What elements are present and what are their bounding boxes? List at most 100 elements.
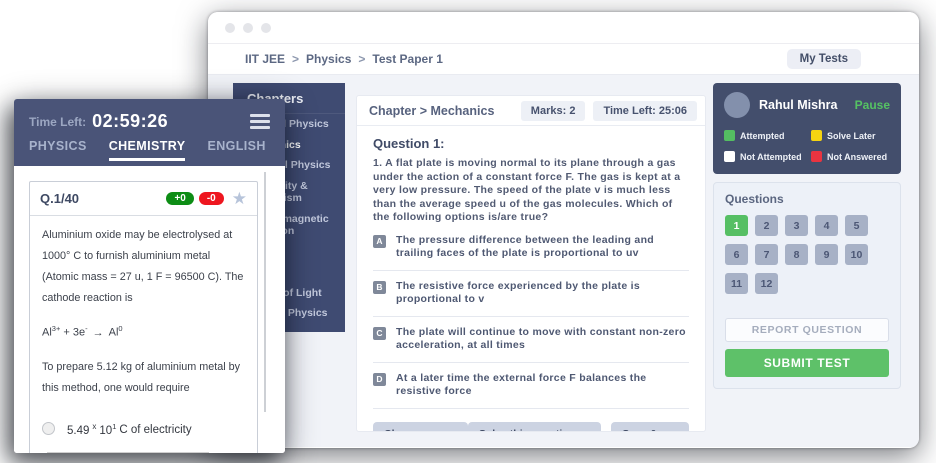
option-divider <box>373 316 689 317</box>
option-chip-d[interactable]: D <box>373 373 386 386</box>
user-panel: Rahul Mishra Pause Attempted Solve Later… <box>713 83 901 174</box>
legend-attempted: Attempted <box>724 130 807 141</box>
breadcrumb-separator: > <box>292 52 299 66</box>
desktop-window: IIT JEE > Physics > Test Paper 1 My Test… <box>208 12 919 448</box>
question-number-grid: 1 2 3 4 5 6 7 8 9 10 11 12 <box>725 215 889 294</box>
tab-chemistry[interactable]: CHEMISTRY <box>109 139 186 161</box>
negative-marks-badge: -0 <box>199 192 224 205</box>
question-cell-3[interactable]: 3 <box>785 215 808 236</box>
legend-not-answered: Not Answered <box>811 151 890 162</box>
question-text: 1. A flat plate is moving normal to its … <box>373 157 689 225</box>
submit-test-button[interactable]: SUBMIT TEST <box>725 349 889 377</box>
not-attempted-swatch <box>724 151 735 162</box>
clear-response-button[interactable]: Clear Response <box>373 422 468 433</box>
option-row-c[interactable]: C The plate will continue to move with c… <box>373 326 689 353</box>
subject-tabs: PHYSICS CHEMISTRY ENGLISH PROFICIENCY <box>29 139 270 161</box>
time-left-value: 02:59:26 <box>92 111 168 132</box>
reaction-arrow: → <box>93 327 104 339</box>
breadcrumb-separator: > <box>358 52 365 66</box>
mobile-question-text-2: To prepare 5.12 kg of aluminium metal by… <box>42 357 245 399</box>
question-cell-8[interactable]: 8 <box>785 244 808 265</box>
question-cell-7[interactable]: 7 <box>755 244 778 265</box>
option-divider <box>373 408 689 409</box>
window-body: Chapters General Physics Mechanics Therm… <box>208 75 919 447</box>
option-text-b: The resistive force experienced by the p… <box>396 280 689 307</box>
question-card-body: Question 1: 1. A flat plate is moving no… <box>357 126 705 432</box>
question-cell-1[interactable]: 1 <box>725 215 748 236</box>
option-divider <box>373 270 689 271</box>
window-control-dot <box>225 23 235 33</box>
option-text-d: At a later time the external force F bal… <box>396 372 689 399</box>
window-control-dot <box>243 23 253 33</box>
question-title: Question 1: <box>373 136 689 151</box>
mobile-question-card: Q.1/40 +0 -0 ★ Aluminium oxide may be el… <box>29 181 258 453</box>
question-number: 1. <box>373 157 382 169</box>
tab-english-proficiency[interactable]: ENGLISH PROFICIENCY <box>207 139 270 161</box>
option-row-d[interactable]: D At a later time the external force F b… <box>373 372 689 399</box>
chapter-title: Chapter > Mechanics <box>369 104 494 118</box>
mobile-option-1[interactable]: 5.49x101C of electricity <box>42 416 245 442</box>
option-chip-a[interactable]: A <box>373 235 386 248</box>
marks-badge: Marks: 2 <box>521 101 586 121</box>
avatar <box>724 92 750 118</box>
question-cell-5[interactable]: 5 <box>845 215 868 236</box>
legend-not-attempted: Not Attempted <box>724 151 807 162</box>
status-legend: Attempted Solve Later Not Attempted Not … <box>724 130 890 162</box>
question-card: Chapter > Mechanics Marks: 2 Time Left: … <box>356 95 706 432</box>
questions-panel: Questions 1 2 3 4 5 6 7 8 9 10 11 12 REP… <box>713 182 901 389</box>
breadcrumb: IIT JEE > Physics > Test Paper 1 <box>245 52 443 66</box>
question-cell-6[interactable]: 6 <box>725 244 748 265</box>
time-left-label: Time Left: <box>29 115 86 129</box>
breadcrumb-item[interactable]: Test Paper 1 <box>372 52 442 66</box>
breadcrumb-item[interactable]: Physics <box>306 52 351 66</box>
question-actions: Clear Response Solve this question later… <box>373 422 689 433</box>
solve-later-button[interactable]: Solve this question later <box>468 422 601 433</box>
hamburger-menu-icon[interactable] <box>250 114 270 129</box>
question-cell-2[interactable]: 2 <box>755 215 778 236</box>
pause-button[interactable]: Pause <box>855 98 890 112</box>
question-cell-9[interactable]: 9 <box>815 244 838 265</box>
mobile-option-1-text: 5.49x101C of electricity <box>67 416 192 442</box>
mobile-question-text: Aluminium oxide may be electrolysed at 1… <box>42 225 245 309</box>
attempted-swatch <box>724 130 735 141</box>
option-text-c: The plate will continue to move with con… <box>396 326 689 353</box>
mobile-option-divider <box>47 452 209 453</box>
user-name: Rahul Mishra <box>759 98 838 112</box>
question-cell-10[interactable]: 10 <box>845 244 868 265</box>
option-chip-c[interactable]: C <box>373 327 386 340</box>
option-chip-b[interactable]: B <box>373 281 386 294</box>
option-row-a[interactable]: A The pressure difference between the le… <box>373 234 689 261</box>
question-card-header: Chapter > Mechanics Marks: 2 Time Left: … <box>357 96 705 126</box>
option-divider <box>373 362 689 363</box>
time-left-badge: Time Left: 25:06 <box>593 101 697 121</box>
option-row-b[interactable]: B The resistive force experienced by the… <box>373 280 689 307</box>
tab-physics[interactable]: PHYSICS <box>29 139 87 161</box>
breadcrumb-bar: IIT JEE > Physics > Test Paper 1 My Test… <box>208 44 919 75</box>
scrollbar[interactable] <box>264 172 266 412</box>
report-question-button[interactable]: REPORT QUESTION <box>725 318 889 342</box>
positive-marks-badge: +0 <box>166 192 193 205</box>
cathode-reaction-formula: Al3+ + 3e-→Al0 <box>42 318 245 344</box>
right-panel: Rahul Mishra Pause Attempted Solve Later… <box>713 83 901 389</box>
question-counter: Q.1/40 <box>40 191 79 206</box>
mobile-body: Q.1/40 +0 -0 ★ Aluminium oxide may be el… <box>14 166 285 453</box>
mobile-question-card-header: Q.1/40 +0 -0 ★ <box>30 182 257 216</box>
question-cell-12[interactable]: 12 <box>755 273 778 294</box>
mobile-header: Time Left: 02:59:26 PHYSICS CHEMISTRY EN… <box>14 99 285 166</box>
window-titlebar <box>208 12 919 44</box>
breadcrumb-item[interactable]: IIT JEE <box>245 52 285 66</box>
save-next-button[interactable]: Save & Next <box>611 422 689 433</box>
not-answered-swatch <box>811 151 822 162</box>
option-text-a: The pressure difference between the lead… <box>396 234 689 261</box>
window-control-dot <box>261 23 271 33</box>
question-cell-11[interactable]: 11 <box>725 273 748 294</box>
bookmark-star-icon[interactable]: ★ <box>232 190 247 207</box>
mobile-question-content: Aluminium oxide may be electrolysed at 1… <box>30 216 257 453</box>
my-tests-button[interactable]: My Tests <box>787 49 861 69</box>
legend-solve-later: Solve Later <box>811 130 890 141</box>
solve-later-swatch <box>811 130 822 141</box>
questions-panel-title: Questions <box>725 192 889 206</box>
mobile-test-window: Time Left: 02:59:26 PHYSICS CHEMISTRY EN… <box>14 99 285 453</box>
radio-button[interactable] <box>42 422 55 435</box>
question-cell-4[interactable]: 4 <box>815 215 838 236</box>
